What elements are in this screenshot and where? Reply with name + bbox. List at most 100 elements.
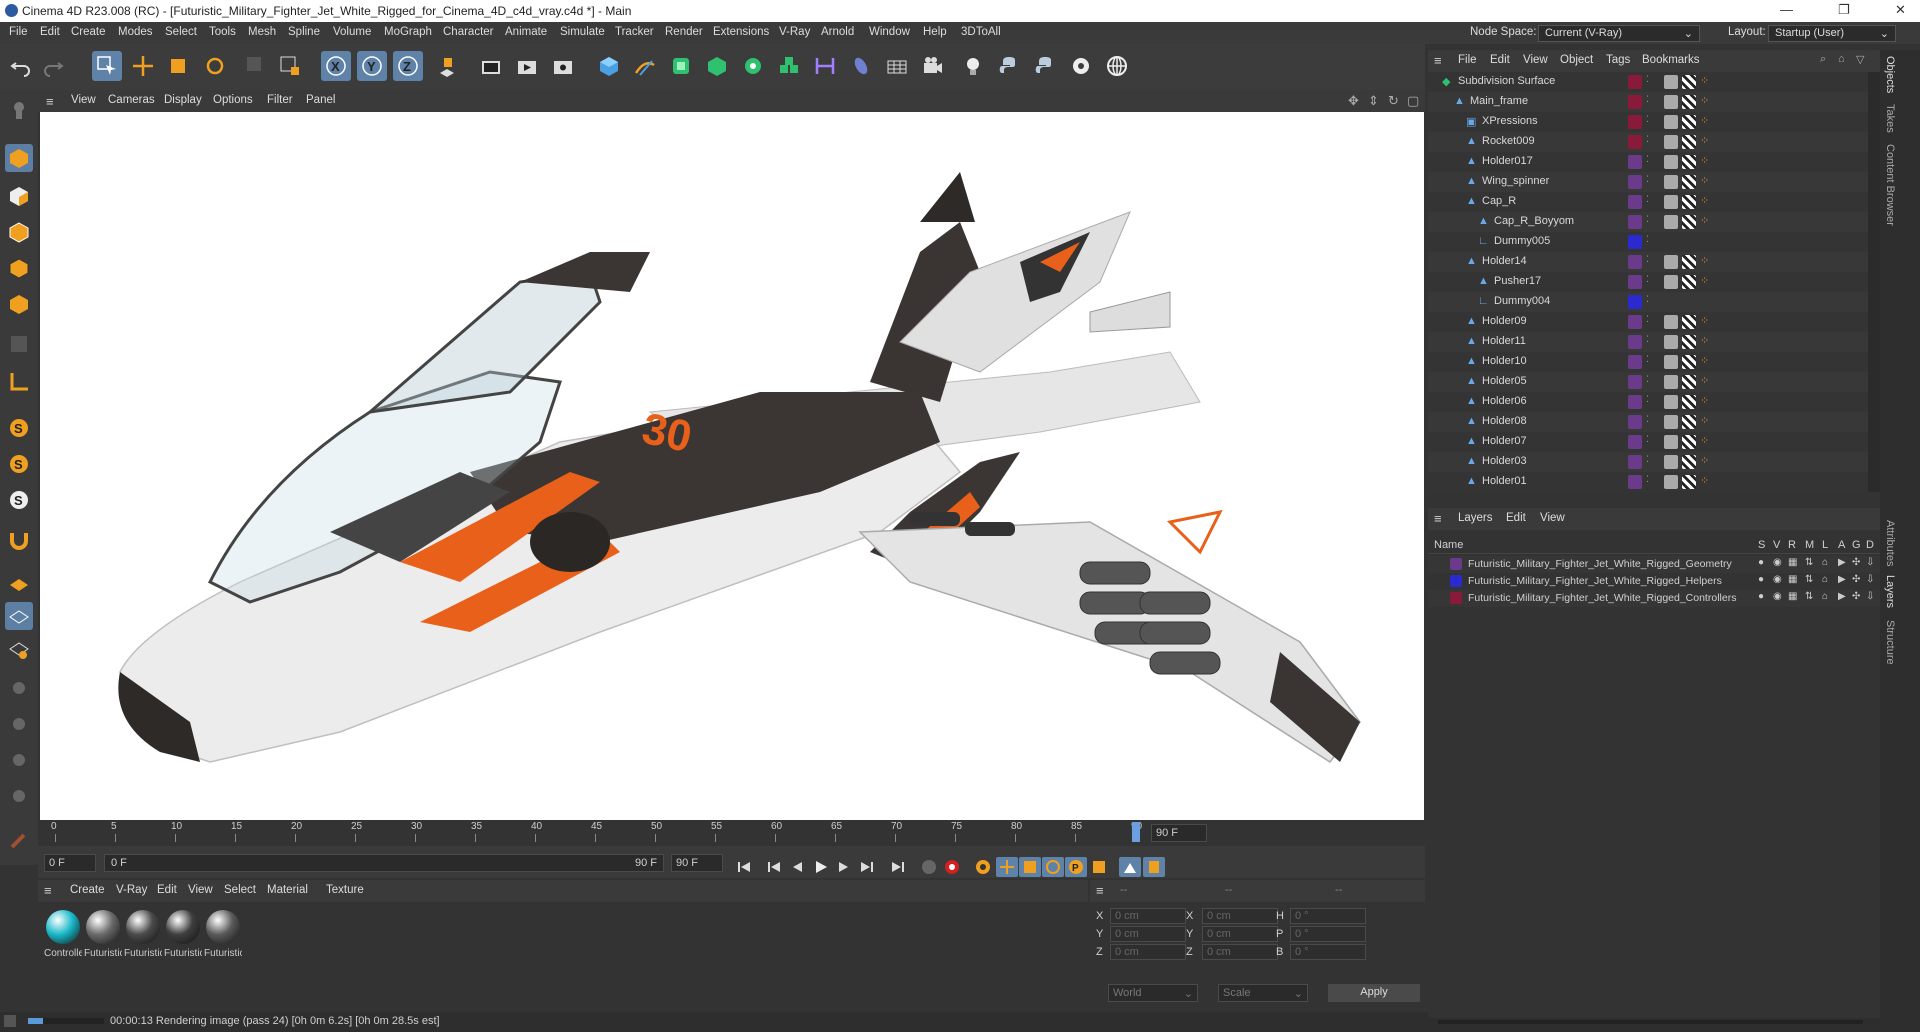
make-editable-button[interactable] <box>5 96 33 124</box>
timeline-playhead[interactable] <box>1132 822 1140 842</box>
xpresso-tag-icon[interactable]: ⁘ <box>1700 374 1709 387</box>
layer-color-swatch[interactable] <box>1628 155 1642 169</box>
vp-menu-cameras[interactable]: Cameras <box>108 94 155 106</box>
layer-color-swatch[interactable] <box>1628 415 1642 429</box>
record-button[interactable] <box>941 857 963 877</box>
material-swatch[interactable] <box>46 910 80 944</box>
material-tag-icon[interactable] <box>1664 215 1678 229</box>
soft-selection-button[interactable] <box>5 710 33 738</box>
xpresso-tag-icon[interactable]: ⁘ <box>1700 334 1709 347</box>
menu-select[interactable]: Select <box>165 26 197 38</box>
menu-volume[interactable]: Volume <box>333 26 371 38</box>
render-icon[interactable]: ▦ <box>1788 574 1797 585</box>
scale-select[interactable]: Scale ⌄ <box>1218 984 1308 1002</box>
deformer-icon[interactable]: ⇩ <box>1866 574 1874 585</box>
obj-menu-view[interactable]: View <box>1523 54 1548 66</box>
layout-select[interactable]: Startup (User) ⌄ <box>1768 25 1896 42</box>
minimize-button[interactable]: — <box>1780 2 1793 17</box>
light-button[interactable] <box>958 51 988 81</box>
xpresso-tag-icon[interactable]: ⁘ <box>1700 94 1709 107</box>
visibility-dots-icon[interactable]: ⁚ <box>1646 254 1649 265</box>
eye-icon[interactable]: ◉ <box>1773 591 1782 602</box>
texture-tag-icon[interactable] <box>1682 255 1696 269</box>
object-row[interactable]: ▲ Holder03 ⁚ ⁘ <box>1428 452 1868 472</box>
paint-button[interactable] <box>5 826 33 854</box>
xpresso-tag-icon[interactable]: ⁘ <box>1700 474 1709 487</box>
xpresso-tag-icon[interactable]: ⁘ <box>1700 214 1709 227</box>
visibility-dots-icon[interactable]: ⁚ <box>1646 394 1649 405</box>
workplane-grid-button[interactable] <box>5 602 33 630</box>
scale-button[interactable] <box>163 51 193 81</box>
object-row[interactable]: ◆ Subdivision Surface ⁚ ⁘ <box>1428 72 1868 92</box>
texture-tag-icon[interactable] <box>1682 95 1696 109</box>
model-mode-button[interactable] <box>5 144 33 172</box>
visibility-dots-icon[interactable]: ⁚ <box>1646 154 1649 165</box>
vp-menu-panel[interactable]: Panel <box>306 94 335 106</box>
symmetry-button[interactable] <box>5 746 33 774</box>
layer-color-swatch[interactable] <box>1450 575 1462 587</box>
solo-icon[interactable]: ● <box>1758 557 1764 568</box>
mat-menu-material[interactable]: Material <box>267 884 308 896</box>
menu-window[interactable]: Window <box>869 26 910 38</box>
tab-objects[interactable]: Objects <box>1884 56 1896 93</box>
material-tag-icon[interactable] <box>1664 175 1678 189</box>
obj-menu-bookmarks[interactable]: Bookmarks <box>1642 54 1700 66</box>
3d-viewport[interactable]: 30 <box>40 112 1424 820</box>
menu-mesh[interactable]: Mesh <box>248 26 276 38</box>
hamburger-icon[interactable]: ≡ <box>44 883 52 898</box>
object-scrollbar[interactable] <box>1868 72 1880 492</box>
texture-tag-icon[interactable] <box>1682 455 1696 469</box>
visibility-dots-icon[interactable]: ⁚ <box>1646 274 1649 285</box>
live-selection-button[interactable] <box>92 51 122 81</box>
object-row[interactable]: ∟ Dummy005 ⁚ <box>1428 232 1868 252</box>
key-pla-button[interactable] <box>1088 857 1110 877</box>
visibility-dots-icon[interactable]: ⁚ <box>1646 94 1649 105</box>
record-disabled-button[interactable] <box>918 857 940 877</box>
goto-end-button[interactable] <box>887 857 909 877</box>
material-tag-icon[interactable] <box>1664 255 1678 269</box>
mat-menu-select[interactable]: Select <box>224 884 256 896</box>
texture-tag-icon[interactable] <box>1682 355 1696 369</box>
play-icon[interactable]: ▶ <box>1838 574 1846 585</box>
y-axis-button[interactable]: Y <box>357 51 387 81</box>
menu-tracker[interactable]: Tracker <box>615 26 654 38</box>
menu-edit[interactable]: Edit <box>40 26 60 38</box>
layer-color-swatch[interactable] <box>1628 115 1642 129</box>
layer-hscrollbar[interactable] <box>1438 1020 1863 1024</box>
deformer-icon[interactable]: ⇩ <box>1866 557 1874 568</box>
coord-value-field[interactable]: 0 cm <box>1110 926 1186 942</box>
object-row[interactable]: ▲ Holder07 ⁚ ⁘ <box>1428 432 1868 452</box>
hamburger-icon[interactable]: ≡ <box>46 94 54 109</box>
key-parameter-button[interactable]: P <box>1065 857 1087 877</box>
visibility-dots-icon[interactable]: ⁚ <box>1646 234 1649 245</box>
rotate-view-icon[interactable]: ↻ <box>1388 93 1399 109</box>
box-selection-button[interactable] <box>275 51 305 81</box>
vray-settings-button[interactable] <box>1066 51 1096 81</box>
xpresso-tag-icon[interactable]: ⁘ <box>1700 194 1709 207</box>
object-row[interactable]: ▲ Holder10 ⁚ ⁘ <box>1428 352 1868 372</box>
material-tag-icon[interactable] <box>1664 395 1678 409</box>
menu-file[interactable]: File <box>9 26 28 38</box>
visibility-dots-icon[interactable]: ⁚ <box>1646 354 1649 365</box>
key-rotation-button[interactable] <box>1042 857 1064 877</box>
end-frame-field[interactable]: 90 F <box>671 854 723 872</box>
mat-menu-texture[interactable]: Texture <box>326 884 364 896</box>
layer-color-swatch[interactable] <box>1628 355 1642 369</box>
autokey-button[interactable] <box>972 857 994 877</box>
layer-color-swatch[interactable] <box>1628 375 1642 389</box>
menu-3dtoall[interactable]: 3DToAll <box>961 26 1001 38</box>
texture-tag-icon[interactable] <box>1682 115 1696 129</box>
visibility-dots-icon[interactable]: ⁚ <box>1646 334 1649 345</box>
key-scale-button[interactable] <box>1019 857 1041 877</box>
texture-mode-button[interactable] <box>5 182 33 210</box>
filter-icon[interactable]: ▽ <box>1856 53 1864 66</box>
xpresso-tag-icon[interactable]: ⁘ <box>1700 174 1709 187</box>
visibility-dots-icon[interactable]: ⁚ <box>1646 434 1649 445</box>
visibility-dots-icon[interactable]: ⁚ <box>1646 294 1649 305</box>
object-row[interactable]: ▲ Holder11 ⁚ ⁘ <box>1428 332 1868 352</box>
render-button[interactable] <box>512 51 542 81</box>
material-tag-icon[interactable] <box>1664 375 1678 389</box>
xpresso-tag-icon[interactable]: ⁘ <box>1700 154 1709 167</box>
menu-create[interactable]: Create <box>71 26 106 38</box>
render-icon[interactable]: ▦ <box>1788 591 1797 602</box>
